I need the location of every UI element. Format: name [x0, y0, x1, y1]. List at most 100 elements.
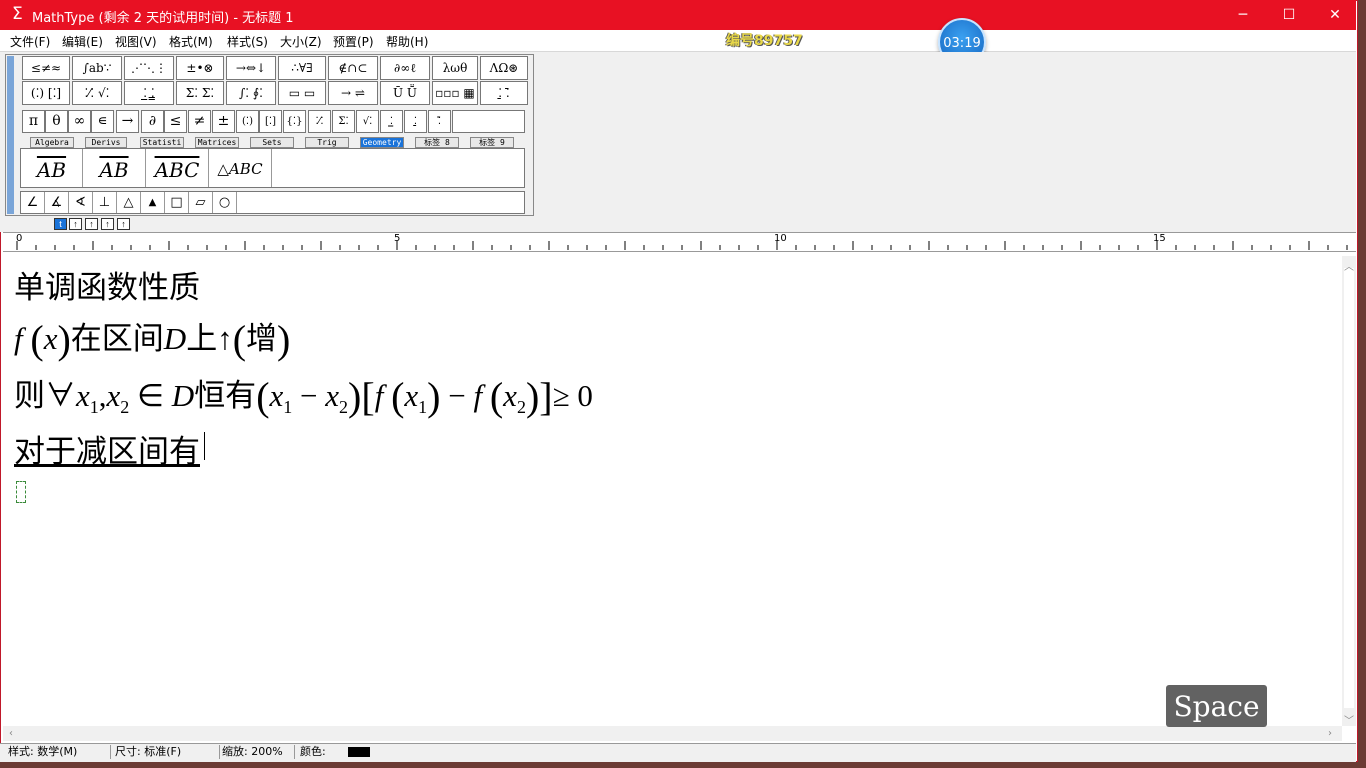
- sub-2-b: 2: [339, 397, 349, 417]
- symbol-neq[interactable]: ≠: [188, 110, 211, 133]
- text-caret: [204, 432, 205, 460]
- ruler-mark-15: 15: [1153, 233, 1166, 244]
- palette-bars[interactable]: ▭ ▭: [278, 81, 326, 105]
- symbol-plus-minus[interactable]: ±: [212, 110, 235, 133]
- sigma-icon: Σ: [12, 4, 23, 24]
- symbol-theta[interactable]: θ: [45, 110, 68, 133]
- level-button-5[interactable]: ↑: [117, 218, 130, 230]
- symbol-sqrt[interactable]: √⁚: [356, 110, 379, 133]
- template-segment[interactable]: AB: [21, 149, 83, 187]
- palette-arrows[interactable]: →⇔↓: [226, 56, 276, 80]
- tab-label-8[interactable]: 标签 8: [415, 137, 459, 148]
- symbol-infinity[interactable]: ∞: [68, 110, 91, 133]
- empty-slot[interactable]: [16, 481, 26, 503]
- tab-algebra[interactable]: Algebra: [30, 137, 74, 148]
- symbol-right-arrow[interactable]: →: [116, 110, 139, 133]
- tab-label-9[interactable]: 标签 9: [470, 137, 514, 148]
- palette-sets[interactable]: ∉∩⊂: [328, 56, 378, 80]
- palette-logic[interactable]: ∴∀∃: [278, 56, 326, 80]
- menu-edit[interactable]: 编辑(E): [62, 33, 103, 50]
- menu-size[interactable]: 大小(Z): [280, 33, 322, 50]
- close-button[interactable]: ✕: [1312, 0, 1358, 30]
- palette-labeled-arrows[interactable]: → ⇌: [328, 81, 378, 105]
- symbol-braces[interactable]: {⁚}: [283, 110, 306, 133]
- symbol-parens[interactable]: (⁚): [236, 110, 259, 133]
- symbol-leq[interactable]: ≤: [164, 110, 187, 133]
- tab-geometry[interactable]: Geometry: [360, 137, 404, 148]
- sub-1: 1: [89, 397, 99, 417]
- template-line[interactable]: AB: [83, 149, 146, 187]
- level-button-3[interactable]: ↑: [85, 218, 98, 230]
- symbol-fraction[interactable]: ⁚⁄⁚: [308, 110, 331, 133]
- maximize-button[interactable]: ☐: [1266, 0, 1312, 30]
- palette-integrals[interactable]: ∫⁚ ∮⁚: [226, 81, 276, 105]
- template-triangle[interactable]: △ABC: [209, 149, 272, 187]
- menu-file[interactable]: 文件(F): [10, 33, 50, 50]
- scroll-right-icon[interactable]: ›: [1328, 728, 1332, 739]
- circle-icon[interactable]: ○: [213, 192, 237, 213]
- level-button-1[interactable]: t: [54, 218, 67, 230]
- menu-preferences[interactable]: 预置(P): [333, 33, 374, 50]
- symbol-partial[interactable]: ∂: [141, 110, 164, 133]
- paren-open-3: (: [256, 374, 270, 419]
- scroll-left-icon[interactable]: ‹: [9, 728, 13, 739]
- menu-format[interactable]: 格式(M): [169, 33, 213, 50]
- sub-1-c: 1: [418, 397, 428, 417]
- palette-fences[interactable]: (⁚) [⁚]: [22, 81, 70, 105]
- triangle-icon[interactable]: △: [117, 192, 141, 213]
- spherical-angle-icon[interactable]: ∢: [69, 192, 93, 213]
- symbol-empty-slot[interactable]: [452, 110, 525, 133]
- element-of-symbol: ∈: [137, 378, 165, 413]
- palette-matrices[interactable]: ▫▫▫ ▦: [432, 81, 478, 105]
- measured-angle-icon[interactable]: ∡: [45, 192, 69, 213]
- level-button-2[interactable]: ↑: [69, 218, 82, 230]
- palette-greek-lower[interactable]: λωθ: [432, 56, 478, 80]
- var-D: D: [163, 321, 187, 356]
- scroll-down-icon[interactable]: ﹀: [1344, 712, 1354, 727]
- palette-summations[interactable]: Σ⁚ Σ⁚: [176, 81, 224, 105]
- tab-matrices[interactable]: Matrices: [195, 137, 239, 148]
- menu-style[interactable]: 样式(S): [227, 33, 268, 50]
- perpendicular-icon[interactable]: ⊥: [93, 192, 117, 213]
- text-then: 则: [14, 378, 45, 413]
- symbol-brackets[interactable]: [⁚]: [259, 110, 282, 133]
- scroll-up-icon[interactable]: ︿: [1344, 258, 1354, 273]
- square-icon[interactable]: □: [165, 192, 189, 213]
- minimize-button[interactable]: ─: [1220, 0, 1266, 30]
- palette-products[interactable]: Ū Ṻ: [380, 81, 430, 105]
- palette-operators[interactable]: ±•⊗: [176, 56, 224, 80]
- palette-subscripts[interactable]: ⁚̲ ⁚̳: [124, 81, 174, 105]
- symbol-subscript[interactable]: ⁚̲: [380, 110, 403, 133]
- palette-fractions-radicals[interactable]: ⁚⁄⁚ √⁚: [72, 81, 122, 105]
- palette-relations[interactable]: ≤≠≈: [22, 56, 70, 80]
- parallelogram-icon[interactable]: ▱: [189, 192, 213, 213]
- paren-close-5: ): [525, 374, 540, 419]
- palette-spaces[interactable]: ∫ab∵: [72, 56, 122, 80]
- menu-help[interactable]: 帮助(H): [386, 33, 428, 50]
- template-arc[interactable]: ABC: [146, 149, 209, 187]
- palette-embellishments[interactable]: ⋰⋱⋮: [124, 56, 174, 80]
- tab-statistics[interactable]: Statisti: [140, 137, 184, 148]
- tab-trig[interactable]: Trig: [305, 137, 349, 148]
- palette-misc[interactable]: ∂∞ℓ: [380, 56, 430, 80]
- symbol-element-of[interactable]: ∊: [91, 110, 114, 133]
- palette-boxes[interactable]: ⁚̱ ⁚̄: [480, 81, 528, 105]
- text-always-has: 恒有: [194, 378, 257, 413]
- filled-triangle-icon[interactable]: ▲: [141, 192, 165, 213]
- level-button-4[interactable]: ↑: [101, 218, 114, 230]
- var-x2-c: x: [503, 378, 517, 413]
- tab-derivs[interactable]: Derivs: [85, 137, 127, 148]
- var-x1-c: x: [404, 378, 419, 413]
- symbol-sum[interactable]: Σ⁚: [332, 110, 355, 133]
- tab-sets[interactable]: Sets: [250, 137, 294, 148]
- paren-open-5: (: [489, 374, 504, 419]
- angle-icon[interactable]: ∠: [21, 192, 45, 213]
- vertical-scroll-thumb[interactable]: [1344, 268, 1354, 708]
- toolbar-grip[interactable]: [7, 56, 14, 214]
- symbol-pi[interactable]: π: [22, 110, 45, 133]
- symbol-underbar[interactable]: ⁚̱: [404, 110, 427, 133]
- symbol-overbar[interactable]: ⁚̄: [428, 110, 451, 133]
- menu-view[interactable]: 视图(V): [115, 33, 157, 50]
- palette-greek-upper[interactable]: ΛΩ⊛: [480, 56, 528, 80]
- horizontal-scrollbar[interactable]: [3, 726, 1342, 741]
